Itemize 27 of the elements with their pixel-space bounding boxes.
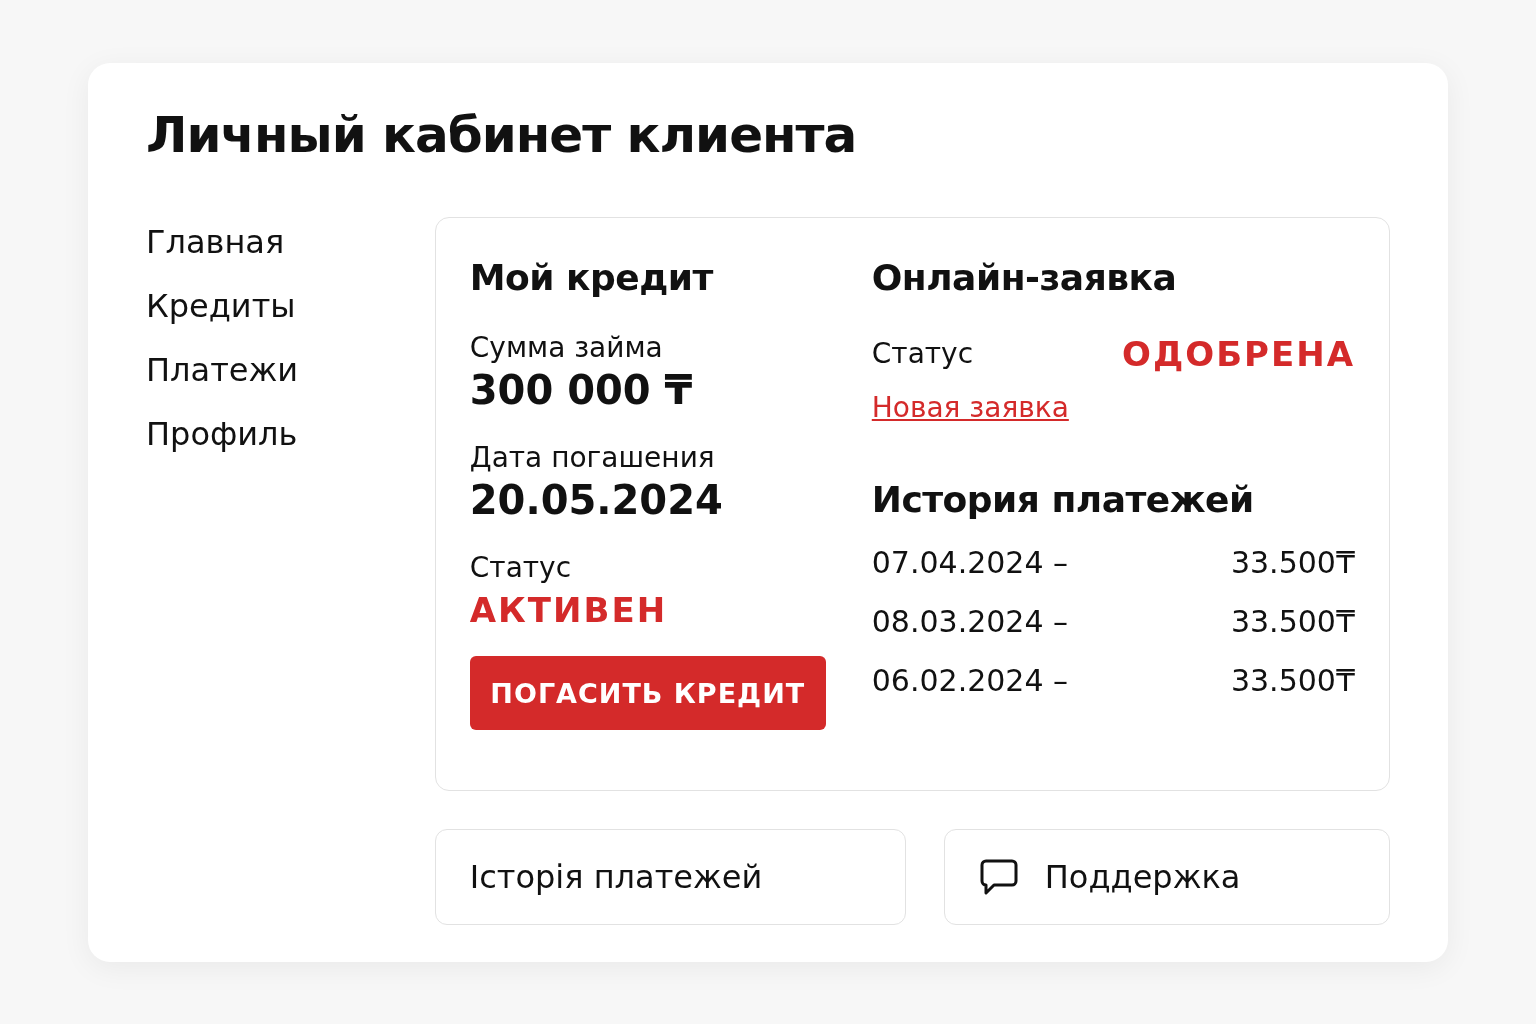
amount-value: 300 000 ₸: [469, 366, 694, 414]
application-heading: Онлайн-заявка: [871, 256, 1178, 300]
payment-date: 08.03.2024 –: [871, 603, 1069, 641]
payment-date: 07.04.2024 –: [871, 544, 1069, 582]
payment-amount: 33.500₸: [1230, 544, 1355, 582]
date-value: 20.05.2024: [469, 476, 724, 524]
status-value: ОДОБРЕНА: [1122, 333, 1355, 376]
payment-amount: 33.500₸: [1230, 603, 1355, 641]
sidebar-item[interactable]: Платежи: [146, 349, 435, 391]
page-title: Личный кабинет клиента: [146, 105, 858, 166]
history-heading: История платежей: [871, 478, 1255, 522]
status-label: Статус: [871, 336, 974, 372]
date-label: Дата погашения: [469, 440, 716, 476]
sidebar-item[interactable]: Главная: [146, 221, 435, 263]
chat-icon: [978, 858, 1019, 896]
payment-date: 06.02.2024 –: [871, 662, 1069, 700]
credit-heading: Мой кредит: [469, 256, 715, 300]
action-button[interactable]: Поддержка: [943, 829, 1390, 925]
repay-button[interactable]: ПОГАСИТЬ КРЕДИТ: [469, 656, 826, 730]
status-value: АКТИВЕН: [469, 589, 669, 632]
amount-label: Сумма займа: [469, 330, 664, 366]
sidebar-item[interactable]: Профиль: [146, 413, 435, 455]
action-button[interactable]: Історія платежей: [434, 829, 906, 925]
sidebar-item[interactable]: Кредиты: [146, 285, 435, 327]
status-label: Статус: [469, 550, 573, 586]
payment-amount: 33.500₸: [1230, 662, 1355, 700]
new-application-link[interactable]: Новая заявка: [871, 388, 1069, 428]
